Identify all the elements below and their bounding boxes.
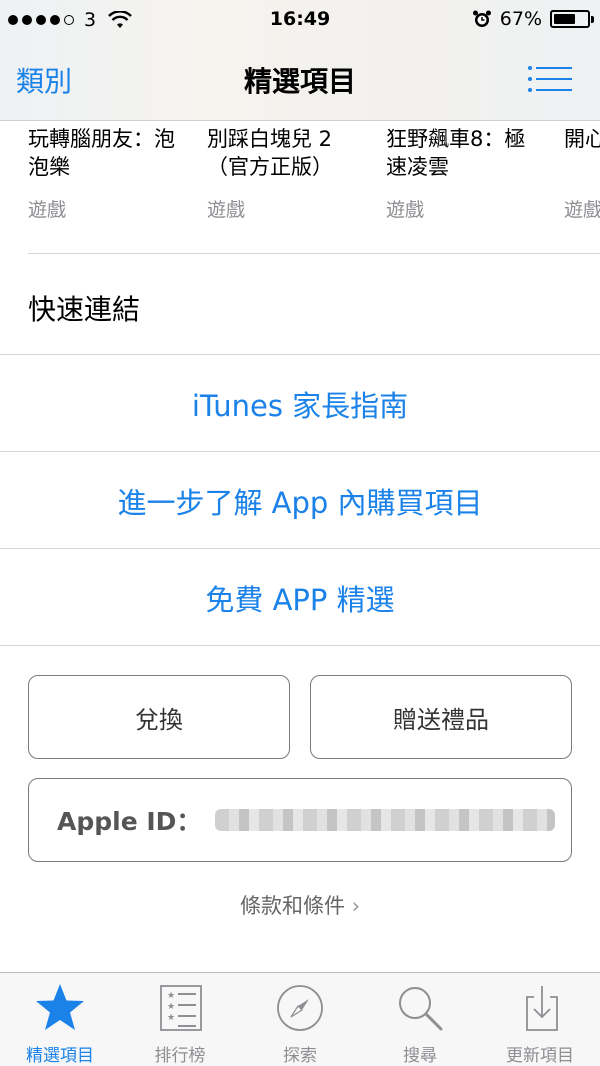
tab-search[interactable]: 搜尋 — [360, 973, 480, 1066]
battery-percent: 67% — [499, 8, 542, 30]
app-name: 玩轉腦朋友：泡泡樂 — [28, 127, 175, 179]
svg-text:★: ★ — [167, 1013, 175, 1023]
terms-link[interactable]: 條款和條件 › — [0, 890, 600, 920]
page-title: 精選項目 — [243, 65, 356, 98]
divider — [0, 548, 600, 549]
tab-updates[interactable]: 更新項目 — [480, 973, 600, 1066]
svg-text:★: ★ — [167, 991, 175, 1001]
tab-label: 更新項目 — [506, 1046, 574, 1066]
quick-links-heading: 快速連結 — [28, 293, 141, 326]
divider — [0, 645, 600, 646]
tab-label: 精選項目 — [26, 1046, 94, 1066]
link-in-app-purchases[interactable]: 進一步了解 App 內購買項目 — [0, 480, 600, 522]
link-free-apps[interactable]: 免費 APP 精選 — [0, 577, 600, 619]
app-category: 遊戲 — [386, 199, 425, 221]
featured-apps-row: 玩轉腦朋友：泡泡樂 遊戲 別踩白塊兒 2（官方正版） 遊戲 狂野飆車8：極速凌雲… — [0, 120, 600, 256]
list-icon[interactable] — [528, 66, 572, 92]
app-category: 遊戲 — [28, 199, 67, 221]
app-name: 狂野飆車8：極速凌雲 — [386, 127, 526, 179]
app-card[interactable]: 玩轉腦朋友：泡泡樂 遊戲 — [28, 125, 188, 222]
status-bar: 3 16:49 67% — [0, 0, 600, 40]
app-card[interactable]: 開心 遊戲 — [564, 125, 600, 222]
star-icon — [36, 984, 84, 1030]
tab-bar: 精選項目 ★ ★ ★ 排行榜 探索 搜尋 更新項目 — [0, 972, 600, 1066]
tab-label: 搜尋 — [403, 1046, 437, 1066]
battery-icon — [550, 10, 594, 28]
link-itunes-parents-guide[interactable]: iTunes 家長指南 — [0, 383, 600, 425]
alarm-icon — [472, 10, 491, 27]
tab-top-charts[interactable]: ★ ★ ★ 排行榜 — [120, 973, 240, 1066]
divider — [28, 253, 600, 254]
divider — [0, 354, 600, 355]
app-category: 遊戲 — [207, 199, 246, 221]
compass-icon — [277, 985, 323, 1031]
tab-label: 探索 — [283, 1046, 317, 1066]
navigation-bar: 3 16:49 67% 類別 精選項目 — [0, 0, 600, 121]
tab-label: 排行榜 — [154, 1046, 206, 1066]
svg-text:★: ★ — [167, 1002, 175, 1012]
terms-label: 條款和條件 — [239, 894, 345, 918]
top-charts-icon: ★ ★ ★ — [160, 985, 202, 1031]
send-gift-button[interactable]: 贈送禮品 — [310, 675, 572, 759]
redeem-button[interactable]: 兌換 — [28, 675, 290, 759]
apple-id-label: Apple ID： — [57, 807, 202, 836]
chevron-right-icon: › — [351, 894, 361, 918]
app-name: 別踩白塊兒 2（官方正版） — [207, 127, 333, 179]
app-category: 遊戲 — [564, 199, 600, 221]
tab-featured[interactable]: 精選項目 — [0, 973, 120, 1066]
apple-id-redacted — [215, 809, 556, 831]
divider — [0, 451, 600, 452]
download-icon — [526, 986, 558, 1031]
apple-id-button[interactable]: Apple ID： — [28, 778, 572, 862]
app-card[interactable]: 別踩白塊兒 2（官方正版） 遊戲 — [207, 125, 367, 222]
search-icon — [399, 987, 443, 1031]
app-card[interactable]: 狂野飆車8：極速凌雲 遊戲 — [386, 125, 546, 222]
app-name: 開心 — [564, 127, 600, 151]
tab-explore[interactable]: 探索 — [240, 973, 360, 1066]
